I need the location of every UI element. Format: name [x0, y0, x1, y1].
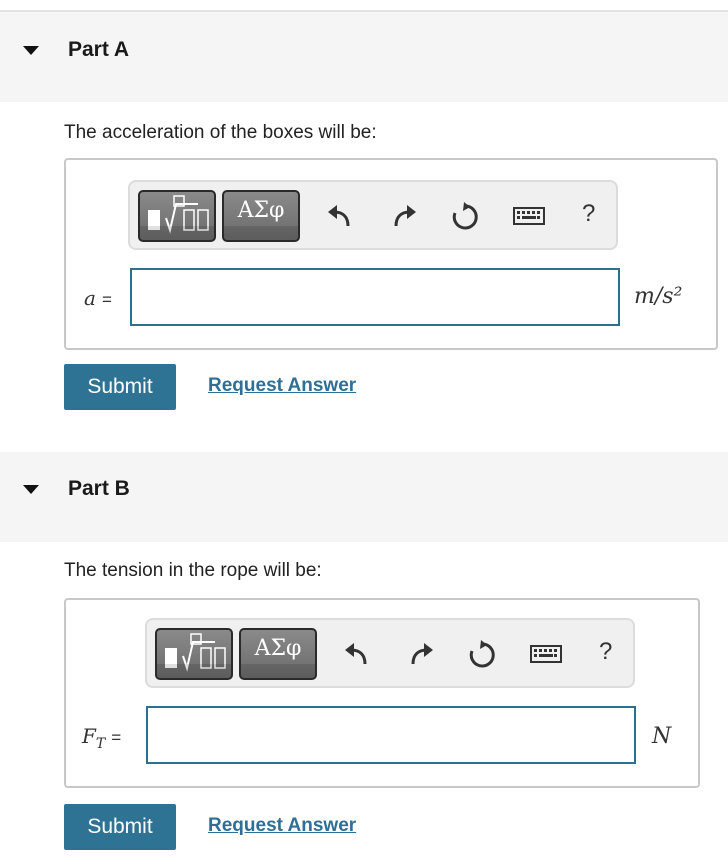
part-b-title: Part B: [68, 477, 130, 500]
help-button[interactable]: ?: [582, 200, 595, 228]
redo-icon[interactable]: [405, 640, 435, 670]
greek-symbols-label: ΑΣφ: [237, 198, 285, 223]
part-a-title: Part A: [68, 38, 130, 61]
part-a-submit-button[interactable]: Submit: [64, 364, 176, 410]
templates-button[interactable]: [138, 190, 216, 242]
equals-sign: =: [111, 728, 122, 747]
keyboard-icon[interactable]: [512, 202, 546, 232]
part-a-variable-label: a =: [84, 286, 112, 310]
templates-button[interactable]: [155, 628, 233, 680]
caret-down-icon[interactable]: [23, 46, 39, 55]
part-a-variable: a: [84, 286, 96, 310]
part-a-header[interactable]: Part A: [0, 12, 728, 102]
help-button[interactable]: ?: [599, 638, 612, 666]
part-a-answer-box: ΑΣφ ? a = m/s²: [64, 158, 718, 350]
part-b-header[interactable]: Part B: [0, 452, 728, 542]
part-b-request-answer-link[interactable]: Request Answer: [208, 815, 356, 837]
keyboard-icon[interactable]: [529, 640, 563, 670]
equals-sign: =: [101, 290, 112, 309]
part-a-unit: m/s²: [634, 284, 683, 309]
part-b-answer-box: ΑΣφ ? FT = N: [64, 598, 700, 788]
part-b-variable-subscript: T: [95, 736, 106, 752]
greek-symbols-button[interactable]: ΑΣφ: [222, 190, 300, 242]
part-b-unit: N: [652, 724, 672, 749]
reset-icon[interactable]: [467, 640, 497, 670]
greek-symbols-label: ΑΣφ: [254, 636, 302, 661]
caret-down-icon[interactable]: [23, 485, 39, 494]
part-b-variable: F: [82, 724, 96, 748]
part-a-answer-input[interactable]: [130, 268, 620, 326]
undo-icon[interactable]: [326, 202, 356, 232]
part-b-submit-button[interactable]: Submit: [64, 804, 176, 850]
part-b-variable-label: FT =: [82, 724, 121, 752]
part-b-math-toolbar: ΑΣφ ?: [145, 618, 635, 688]
part-b-answer-input[interactable]: [146, 706, 636, 764]
part-a-math-toolbar: ΑΣφ ?: [128, 180, 618, 250]
undo-icon[interactable]: [343, 640, 373, 670]
part-a-request-answer-link[interactable]: Request Answer: [208, 375, 356, 397]
greek-symbols-button[interactable]: ΑΣφ: [239, 628, 317, 680]
reset-icon[interactable]: [450, 202, 480, 232]
part-b-question: The tension in the rope will be:: [64, 560, 322, 581]
part-a-question: The acceleration of the boxes will be:: [64, 122, 377, 143]
redo-icon[interactable]: [388, 202, 418, 232]
